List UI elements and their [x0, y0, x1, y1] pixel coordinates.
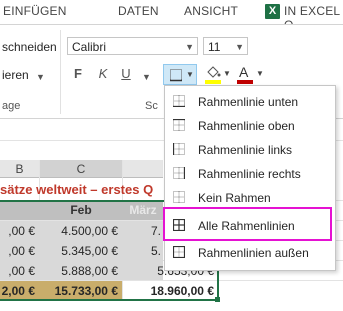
border-left-icon: [173, 143, 185, 155]
ribbon-tab-bar: EINFÜGEN DATEN ANSICHT X IN EXCEL O: [0, 0, 343, 32]
menu-item-label: Rahmenlinien außen: [198, 246, 309, 260]
italic-button[interactable]: K: [95, 66, 111, 82]
menu-item-border-right[interactable]: Rahmenlinie rechts: [165, 162, 335, 186]
font-size-value: 11: [208, 40, 221, 54]
sheet-title-cell[interactable]: sätze weltweit – erstes Q: [0, 180, 163, 200]
borders-dropdown-menu: Rahmenlinie unten Rahmenlinie oben Rahme…: [164, 85, 336, 271]
tab-view[interactable]: ANSICHT: [184, 4, 238, 18]
bold-button[interactable]: F: [70, 66, 86, 82]
borders-button[interactable]: ▼: [163, 64, 197, 85]
fill-color-bar: [205, 80, 221, 84]
paint-bucket-icon: [207, 66, 221, 78]
copy-dropdown-arrow-icon[interactable]: ▼: [36, 72, 45, 82]
outside-borders-icon: [173, 246, 185, 258]
chevron-down-icon[interactable]: ▼: [223, 69, 231, 78]
font-color-button[interactable]: A ▼: [235, 64, 264, 85]
no-border-icon: [173, 191, 185, 203]
menu-item-border-top[interactable]: Rahmenlinie oben: [165, 114, 335, 138]
menu-item-border-bottom[interactable]: Rahmenlinie unten: [165, 90, 335, 114]
highlight-box: [163, 207, 332, 241]
clipboard-group-label: age: [2, 100, 21, 112]
menu-item-label: Rahmenlinie oben: [198, 119, 295, 133]
menu-item-outside-borders[interactable]: Rahmenlinien außen: [165, 241, 335, 265]
fill-color-button[interactable]: ▼: [204, 64, 231, 85]
menu-item-label: Kein Rahmen: [198, 191, 271, 205]
copy-button[interactable]: ieren: [2, 68, 29, 82]
excel-icon: X: [265, 4, 280, 19]
group-separator: [60, 30, 61, 114]
chevron-down-icon[interactable]: ▼: [235, 38, 244, 56]
font-name-value: Calibri: [72, 40, 107, 54]
underline-dropdown-icon[interactable]: ▼: [142, 72, 151, 82]
chevron-down-icon[interactable]: ▼: [256, 69, 264, 78]
menu-item-label: Rahmenlinie unten: [198, 95, 299, 109]
tab-data[interactable]: DATEN: [118, 4, 159, 18]
tab-insert[interactable]: EINFÜGEN: [3, 4, 67, 18]
menu-item-border-left[interactable]: Rahmenlinie links: [165, 138, 335, 162]
border-bottom-icon: [173, 95, 185, 107]
border-icon: [170, 69, 182, 82]
font-name-combo[interactable]: Calibri ▼: [67, 37, 198, 55]
border-right-icon: [173, 167, 185, 179]
column-header-d[interactable]: [123, 160, 163, 178]
font-size-combo[interactable]: 11 ▼: [203, 37, 248, 55]
chevron-down-icon: ▼: [186, 70, 194, 79]
menu-item-label: Rahmenlinie links: [198, 143, 293, 157]
border-top-icon: [173, 119, 185, 131]
cut-button[interactable]: schneiden: [2, 40, 57, 54]
font-color-letter: A: [239, 64, 249, 80]
fill-handle[interactable]: [215, 297, 220, 302]
menu-item-label: Rahmenlinie rechts: [198, 167, 301, 181]
underline-button[interactable]: U: [118, 66, 134, 82]
chevron-down-icon[interactable]: ▼: [185, 38, 194, 56]
font-color-bar: [237, 80, 253, 84]
column-header-c[interactable]: C: [40, 160, 122, 178]
column-header-b[interactable]: B: [0, 160, 39, 178]
font-group-label: Sc: [145, 100, 158, 112]
